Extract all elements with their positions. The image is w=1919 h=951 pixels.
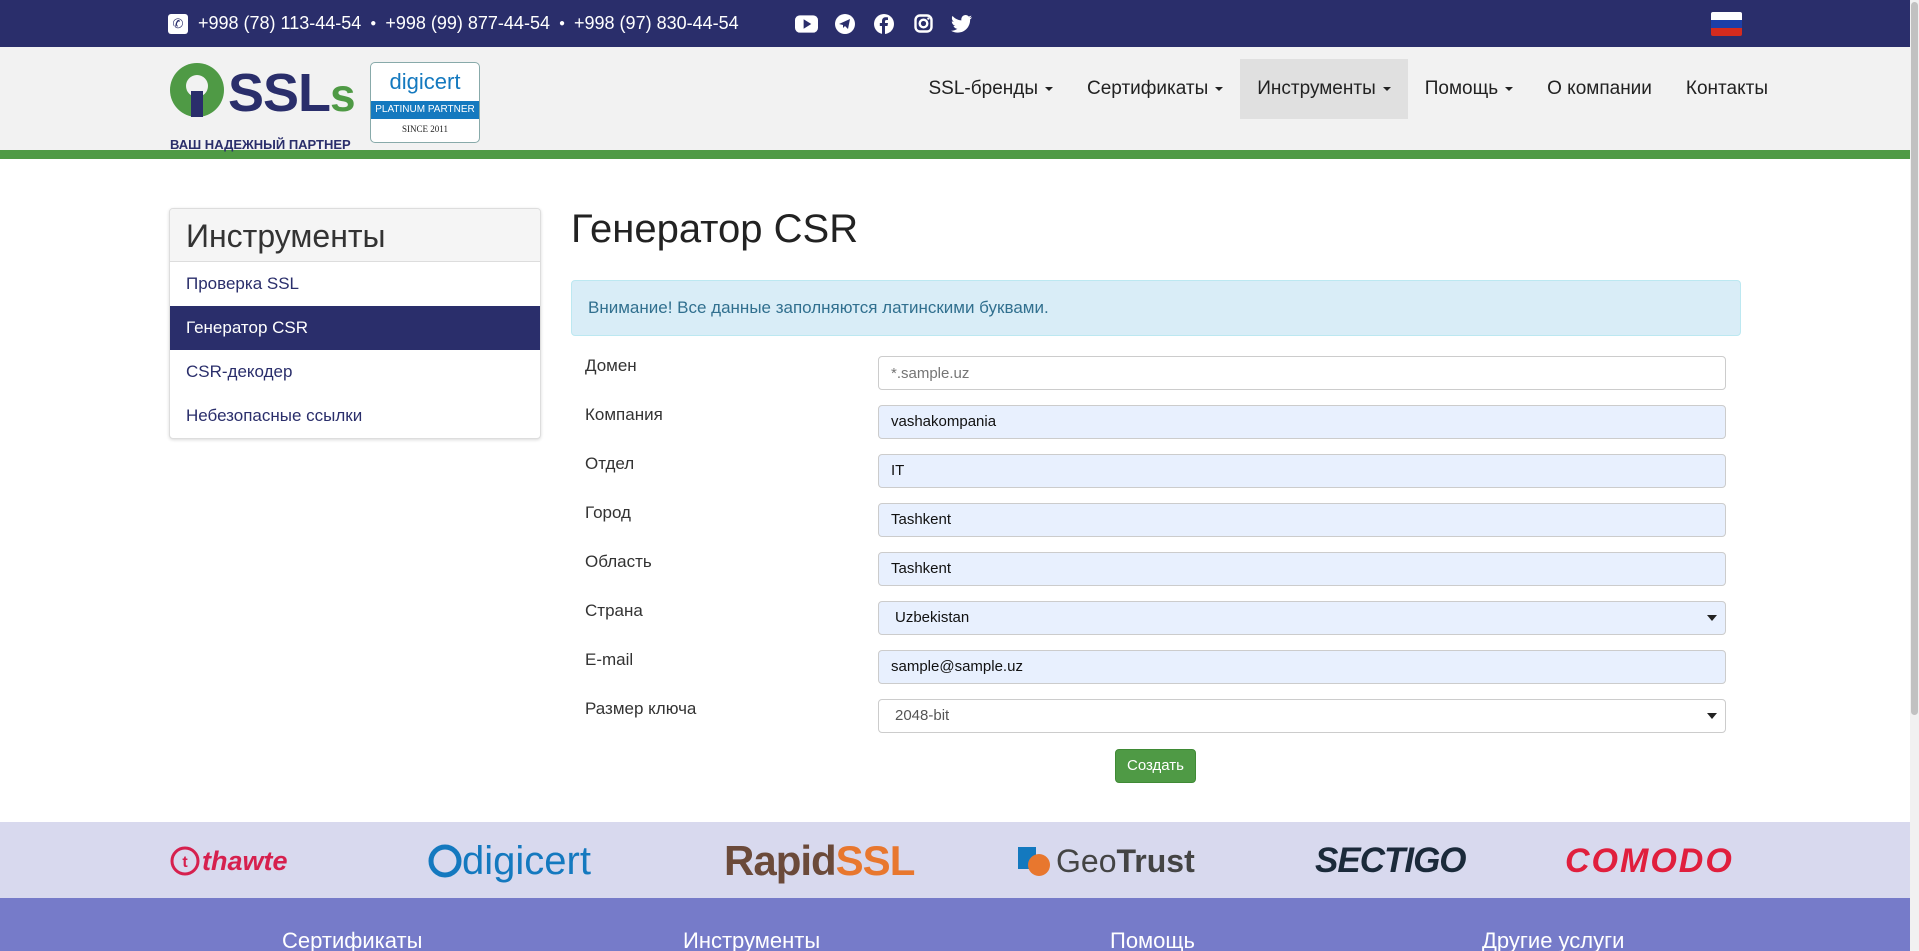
phone-number[interactable]: +998 (78) 113-44-54	[198, 13, 361, 34]
csr-form: Домен Компания vashakompania Отдел IT Го…	[571, 356, 1741, 748]
nav-about[interactable]: О компании	[1530, 59, 1669, 119]
footer-heading-tools: Инструменты	[683, 928, 821, 951]
facebook-icon[interactable]	[873, 13, 896, 34]
sectigo-logo[interactable]: SECTIGO	[1315, 840, 1467, 882]
scrollbar-thumb[interactable]	[1911, 2, 1918, 715]
keyhole-icon	[170, 63, 224, 117]
form-row-company: Компания vashakompania	[571, 405, 1741, 454]
company-input[interactable]: vashakompania	[878, 405, 1726, 439]
city-label: Город	[585, 503, 631, 522]
nav-tools[interactable]: Инструменты	[1240, 59, 1408, 119]
form-row-department: Отдел IT	[571, 454, 1741, 503]
email-label: E-mail	[585, 650, 634, 669]
region-input[interactable]: Tashkent	[878, 552, 1726, 586]
twitter-icon[interactable]	[951, 13, 974, 34]
chevron-down-icon	[1707, 713, 1717, 719]
country-label: Страна	[585, 601, 643, 620]
phone-number[interactable]: +998 (99) 877-44-54	[385, 13, 550, 34]
nav-help[interactable]: Помощь	[1408, 59, 1530, 119]
russian-flag-icon[interactable]	[1711, 12, 1742, 36]
domain-input[interactable]	[878, 356, 1726, 390]
sidebar-title: Инструменты	[170, 209, 540, 262]
main-nav: SSL-бренды Сертификаты Инструменты Помощ…	[912, 59, 1786, 119]
department-label: Отдел	[585, 454, 635, 473]
sidebar-item-ssl-check[interactable]: Проверка SSL	[170, 262, 540, 306]
comodo-logo[interactable]: COMODO	[1565, 840, 1734, 882]
caret-down-icon	[1215, 87, 1224, 91]
site-header: SSLs ВАШ НАДЕЖНЫЙ ПАРТНЕР digicert PLATI…	[0, 47, 1910, 159]
sidebar-item-unsafe-links[interactable]: Небезопасные ссылки	[170, 394, 540, 438]
rapidssl-logo[interactable]: Rapid SSL	[724, 837, 915, 884]
site-footer: Сертификаты Инструменты Помощь Другие ус…	[0, 898, 1910, 951]
info-alert: Внимание! Все данные заполняются латинск…	[571, 280, 1741, 336]
page-scrollbar[interactable]	[1910, 0, 1919, 951]
department-input[interactable]: IT	[878, 454, 1726, 488]
country-select[interactable]: Uzbekistan	[878, 601, 1726, 635]
nav-certificates[interactable]: Сертификаты	[1070, 59, 1240, 119]
form-row-region: Область Tashkent	[571, 552, 1741, 601]
telegram-icon[interactable]	[834, 13, 857, 34]
top-bar: ✆ +998 (78) 113-44-54 ● +998 (99) 877-44…	[0, 0, 1919, 47]
geotrust-logo[interactable]: Geo Trust	[1018, 840, 1195, 882]
digicert-partner-badge: digicert PLATINUM PARTNER SINCE 2011	[370, 62, 480, 143]
form-row-key-size: Размер ключа 2048-bit	[571, 699, 1741, 748]
form-row-domain: Домен	[571, 356, 1741, 405]
nav-ssl-brands[interactable]: SSL-бренды	[912, 59, 1071, 119]
create-button[interactable]: Создать	[1115, 749, 1196, 783]
logo-tagline: ВАШ НАДЕЖНЫЙ ПАРТНЕР	[170, 137, 351, 152]
footer-heading-certificates: Сертификаты	[282, 928, 423, 951]
form-row-email: E-mail sample@sample.uz	[571, 650, 1741, 699]
domain-label: Домен	[585, 356, 637, 375]
sidebar-item-csr-generator[interactable]: Генератор CSR	[170, 306, 540, 350]
page-title: Генератор CSR	[571, 207, 859, 251]
city-input[interactable]: Tashkent	[878, 503, 1726, 537]
form-row-city: Город Tashkent	[571, 503, 1741, 552]
svg-text:t: t	[182, 854, 188, 871]
caret-down-icon	[1505, 87, 1514, 91]
caret-down-icon	[1045, 87, 1053, 91]
chevron-down-icon	[1707, 615, 1717, 621]
nav-contacts[interactable]: Контакты	[1669, 59, 1785, 119]
social-links	[794, 13, 974, 34]
footer-heading-help: Помощь	[1110, 928, 1195, 951]
company-label: Компания	[585, 405, 663, 424]
ssls-logo[interactable]: SSLs ВАШ НАДЕЖНЫЙ ПАРТНЕР	[170, 63, 356, 152]
footer-heading-other-services: Другие услуги	[1482, 928, 1625, 951]
digicert-logo[interactable]: digicert	[427, 839, 591, 883]
email-input[interactable]: sample@sample.uz	[878, 650, 1726, 684]
youtube-icon[interactable]	[794, 13, 818, 34]
key-size-select[interactable]: 2048-bit	[878, 699, 1726, 733]
tools-sidebar: Инструменты Проверка SSL Генератор CSR C…	[169, 208, 541, 439]
caret-down-icon	[1382, 87, 1391, 91]
phone-icon: ✆	[168, 13, 188, 34]
key-size-label: Размер ключа	[585, 699, 697, 718]
sidebar-item-csr-decoder[interactable]: CSR-декодер	[170, 350, 540, 394]
main-content: Генератор CSR Внимание! Все данные запол…	[571, 196, 1741, 783]
thawte-logo[interactable]: t thawte	[169, 840, 288, 882]
instagram-icon[interactable]	[912, 13, 935, 34]
form-row-country: Страна Uzbekistan	[571, 601, 1741, 650]
partner-logos: t thawte digicert Rapid SSL Geo Trust SECT…	[0, 822, 1910, 898]
region-label: Область	[585, 552, 652, 571]
phone-number[interactable]: +998 (97) 830-44-54	[574, 13, 739, 34]
